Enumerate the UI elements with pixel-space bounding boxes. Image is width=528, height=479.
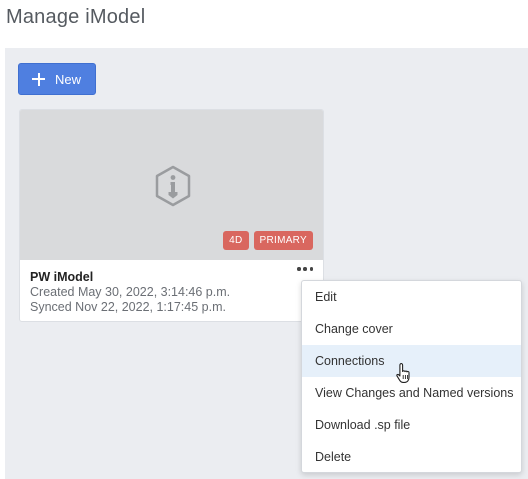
synced-date: Synced Nov 22, 2022, 1:17:45 p.m. — [30, 300, 226, 314]
menu-item-connections[interactable]: Connections — [302, 345, 521, 377]
card-body: PW iModel Created May 30, 2022, 3:14:46 … — [20, 260, 323, 315]
badge-primary: PRIMARY — [253, 231, 313, 250]
new-button-label: New — [55, 71, 82, 87]
context-menu: Edit Change cover Connections View Chang… — [301, 280, 522, 473]
imodel-thumbnail[interactable]: 4D PRIMARY — [20, 110, 323, 260]
menu-item-download[interactable]: Download .sp file — [302, 409, 521, 441]
imodel-card[interactable]: 4D PRIMARY PW iModel Created May 30, 202… — [19, 109, 324, 322]
menu-item-delete[interactable]: Delete — [302, 441, 521, 473]
more-horizontal-icon[interactable] — [297, 264, 313, 274]
imodel-name: PW iModel — [30, 270, 94, 284]
badge-4d: 4D — [223, 231, 249, 250]
imodel-icon — [155, 165, 191, 207]
menu-item-change-cover[interactable]: Change cover — [302, 313, 521, 345]
plus-icon — [32, 72, 45, 86]
created-date: Created May 30, 2022, 3:14:46 p.m. — [30, 285, 231, 299]
menu-item-edit[interactable]: Edit — [302, 281, 521, 313]
page-title: Manage iModel — [6, 6, 146, 28]
menu-item-view-changes[interactable]: View Changes and Named versions — [302, 377, 521, 409]
new-button[interactable]: New — [18, 63, 96, 95]
badge-group: 4D PRIMARY — [223, 231, 313, 250]
